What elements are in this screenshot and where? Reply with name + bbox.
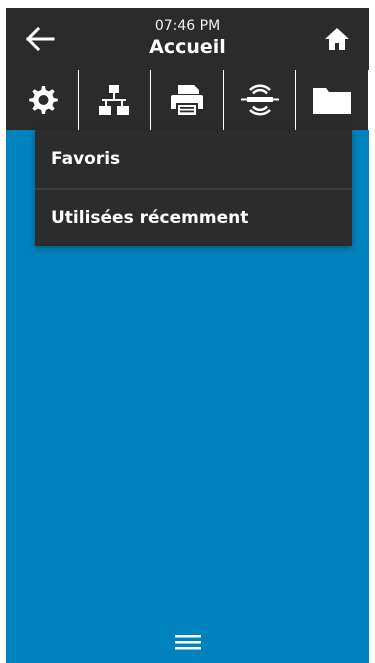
main-tab-bar [6, 70, 369, 130]
tab-rfid[interactable] [222, 70, 296, 130]
menu-item-favoris[interactable]: Favoris [35, 130, 352, 188]
printer-icon [170, 85, 203, 115]
folder-icon [313, 88, 352, 114]
menu-toggle-button[interactable] [172, 631, 204, 653]
tab-settings[interactable] [6, 70, 78, 130]
clock-time: 07:46 PM [154, 18, 221, 34]
top-bar: 07:46 PM Accueil [6, 8, 369, 70]
home-icon [325, 28, 349, 50]
home-button[interactable] [319, 22, 355, 56]
tab-print[interactable] [150, 70, 223, 130]
gear-icon [28, 86, 58, 114]
dropdown-menu: Favoris Utilisées récemment [35, 130, 352, 246]
network-icon [99, 85, 130, 115]
tab-network[interactable] [77, 70, 151, 130]
page-title: Accueil [149, 36, 226, 58]
hamburger-icon [175, 635, 201, 650]
tab-storage[interactable] [295, 70, 368, 130]
rfid-icon [240, 84, 279, 116]
app-window: 07:46 PM Accueil Favoris Utilisées récem… [6, 8, 369, 663]
menu-item-recent[interactable]: Utilisées récemment [35, 188, 352, 246]
